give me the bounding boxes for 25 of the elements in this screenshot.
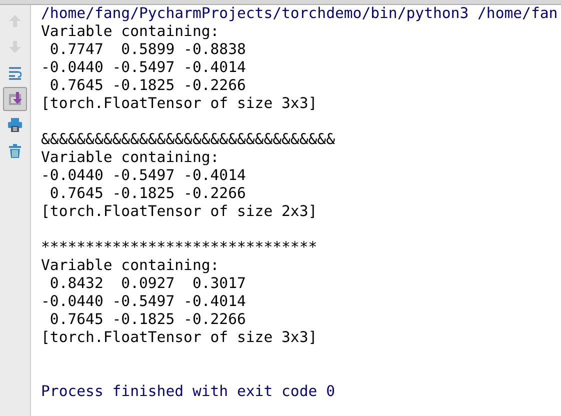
soft-wrap-icon bbox=[7, 65, 23, 81]
console-system-line: /home/fang/PycharmProjects/torchdemo/bin/python3 /home/fan bbox=[41, 5, 559, 23]
scroll-to-end-icon bbox=[7, 91, 23, 107]
console-output-line: Variable containing: bbox=[41, 23, 220, 41]
console-output-line: 0.7747 0.5899 -0.8838 bbox=[48, 41, 247, 59]
scroll-to-end-button[interactable] bbox=[3, 87, 27, 111]
console-output-line: -0.0440 -0.5497 -0.4014 bbox=[41, 167, 247, 185]
printer-icon bbox=[7, 117, 23, 133]
up-arrow-icon bbox=[7, 13, 23, 29]
console-output-line: Variable containing: bbox=[41, 257, 220, 275]
trash-icon bbox=[7, 143, 23, 159]
console-output-line: ******************************* bbox=[41, 239, 318, 257]
console-output-line: &&&&&&&&&&&&&&&&&&&&&&&&&&&&&&&&& bbox=[41, 131, 336, 149]
console-output-line: [torch.FloatTensor of size 3x3] bbox=[41, 329, 318, 347]
console-output-line: 0.7645 -0.1825 -0.2266 bbox=[48, 77, 247, 95]
console-output-line: 0.8432 0.0927 0.3017 bbox=[48, 275, 247, 293]
console-system-line: Process finished with exit code 0 bbox=[41, 383, 336, 401]
console-output-line: [torch.FloatTensor of size 3x3] bbox=[41, 95, 318, 113]
console-output-line: 0.7645 -0.1825 -0.2266 bbox=[48, 311, 247, 329]
console-output-line: Variable containing: bbox=[41, 149, 220, 167]
console-output-line: 0.7645 -0.1825 -0.2266 bbox=[48, 185, 247, 203]
console-output-line: [torch.FloatTensor of size 2x3] bbox=[41, 203, 318, 221]
down-arrow-icon bbox=[7, 39, 23, 55]
console-output-line: -0.0440 -0.5497 -0.4014 bbox=[41, 293, 247, 311]
console-output-line: -0.0440 -0.5497 -0.4014 bbox=[41, 59, 247, 77]
